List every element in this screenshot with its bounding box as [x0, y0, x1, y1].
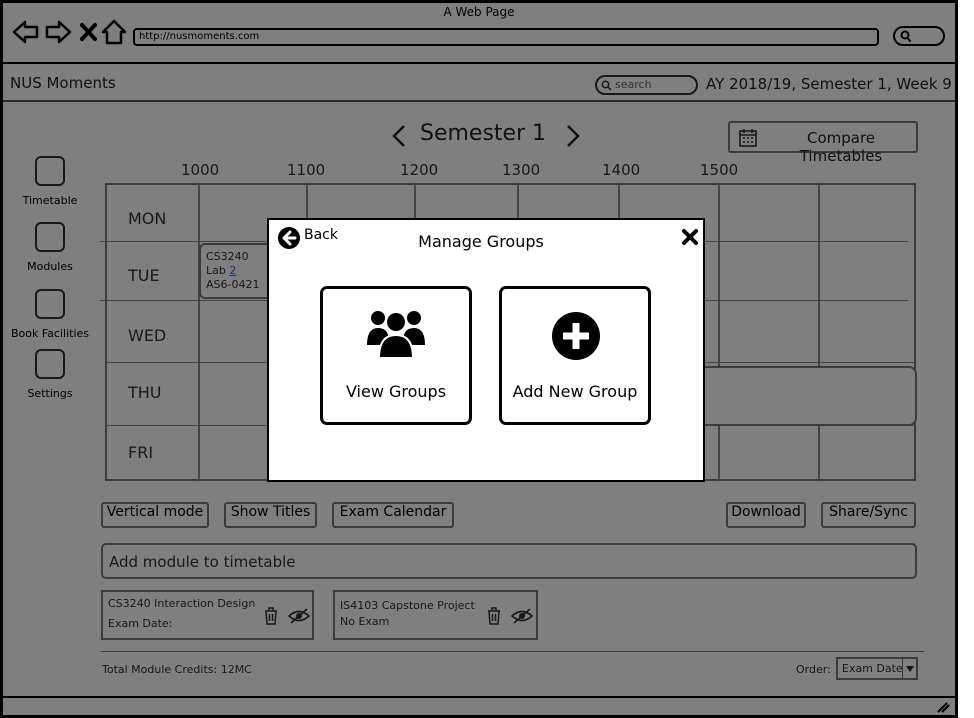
- add-new-group-label: Add New Group: [512, 382, 638, 401]
- plus-circle-icon: [552, 312, 600, 360]
- view-groups-label: View Groups: [345, 382, 447, 401]
- view-groups-button[interactable]: View Groups: [320, 286, 472, 425]
- modal-title: Manage Groups: [418, 232, 544, 251]
- close-icon: [682, 229, 698, 245]
- close-button[interactable]: [681, 228, 699, 250]
- manage-groups-modal: Back Manage Groups View Groups Add New G…: [267, 218, 705, 482]
- group-people-icon: [367, 311, 425, 359]
- add-new-group-button[interactable]: Add New Group: [499, 286, 651, 425]
